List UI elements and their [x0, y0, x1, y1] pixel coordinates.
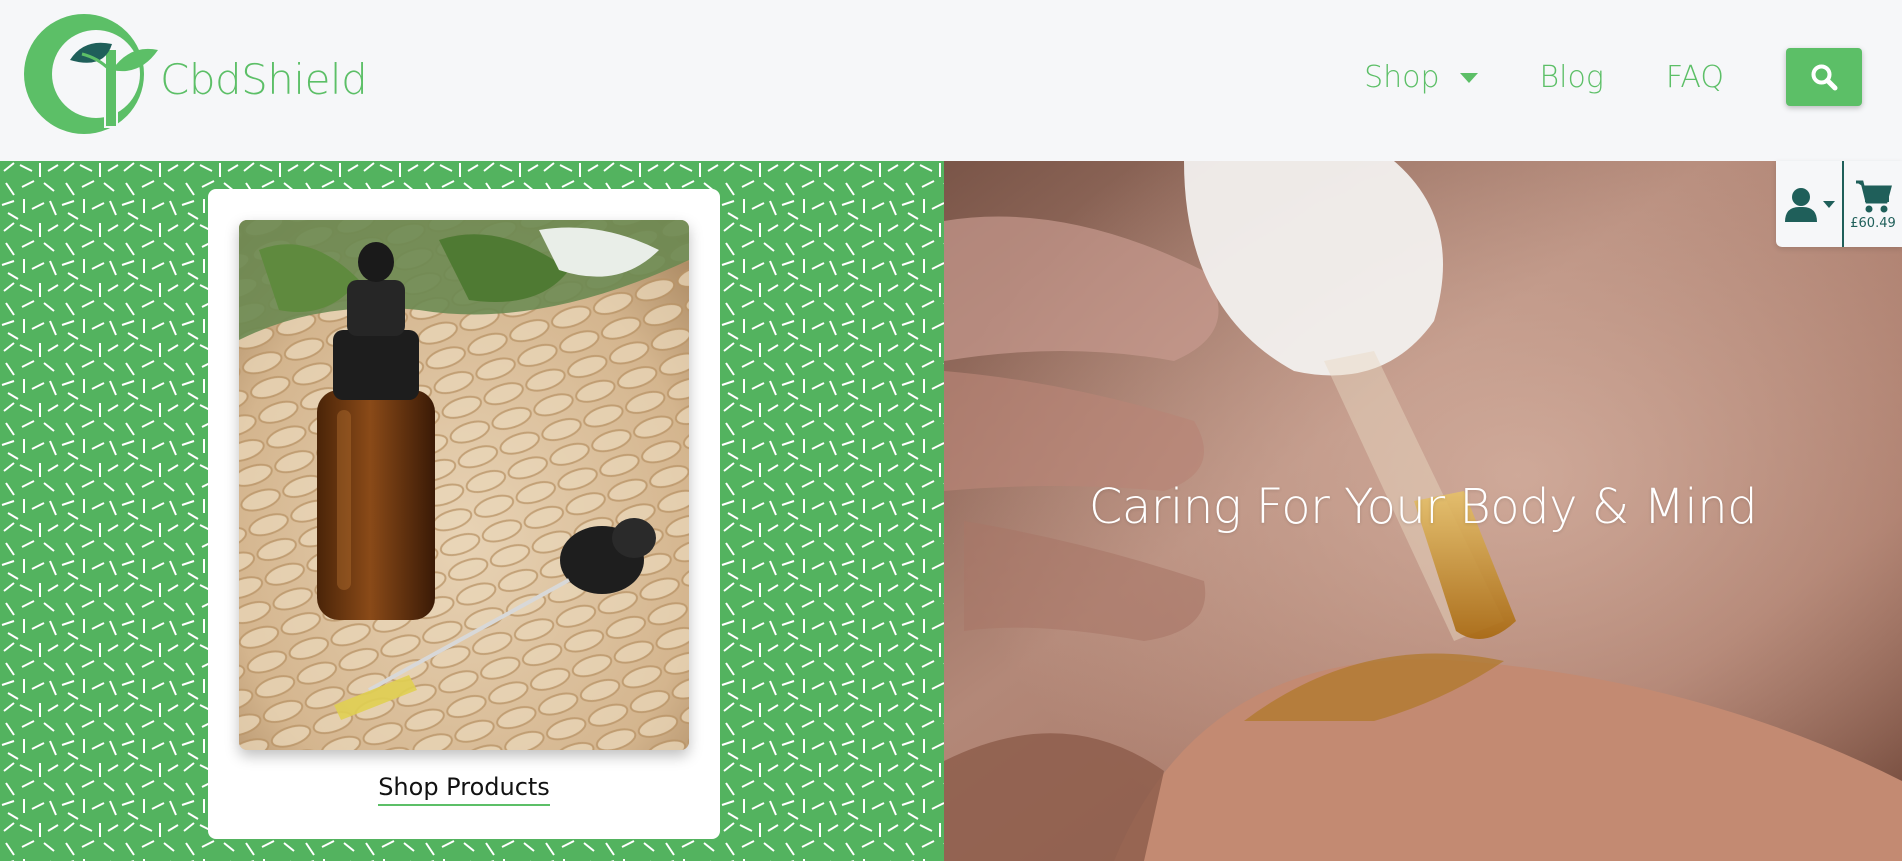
account-button[interactable]	[1776, 161, 1844, 247]
logo-mark-icon	[24, 14, 158, 134]
shop-products-card[interactable]: Shop Products	[208, 189, 720, 839]
main-nav: Shop Blog FAQ	[1364, 48, 1862, 106]
shop-products-link-wrap: Shop Products	[208, 773, 720, 806]
search-button[interactable]	[1786, 48, 1862, 106]
site-header: CbdShield Shop Blog FAQ	[0, 0, 1902, 161]
nav-blog-label: Blog	[1539, 59, 1604, 95]
hero-banner: Caring For Your Body & Mind	[944, 161, 1902, 861]
site-logo[interactable]: CbdShield	[20, 10, 368, 140]
user-icon	[1785, 188, 1817, 222]
nav-shop-label: Shop	[1364, 59, 1440, 95]
hero-title: Caring For Your Body & Mind	[1088, 479, 1758, 535]
cart-total: £60.49	[1850, 215, 1896, 231]
brand-name: CbdShield	[160, 54, 368, 104]
search-icon	[1811, 64, 1838, 91]
nav-faq-label: FAQ	[1665, 59, 1724, 95]
cart-button[interactable]: £60.49	[1844, 161, 1902, 247]
cbd-oil-bottle-photo	[239, 220, 689, 750]
nav-shop[interactable]: Shop	[1364, 59, 1478, 95]
nav-blog[interactable]: Blog	[1540, 60, 1604, 95]
cart-icon	[1856, 180, 1892, 212]
product-photo[interactable]	[239, 220, 689, 750]
caret-down-icon	[1459, 73, 1478, 83]
nav-faq[interactable]: FAQ	[1666, 60, 1724, 95]
shop-products-link[interactable]: Shop Products	[378, 773, 550, 806]
account-cart-widget: £60.49	[1776, 161, 1902, 247]
caret-down-icon	[1823, 200, 1835, 208]
